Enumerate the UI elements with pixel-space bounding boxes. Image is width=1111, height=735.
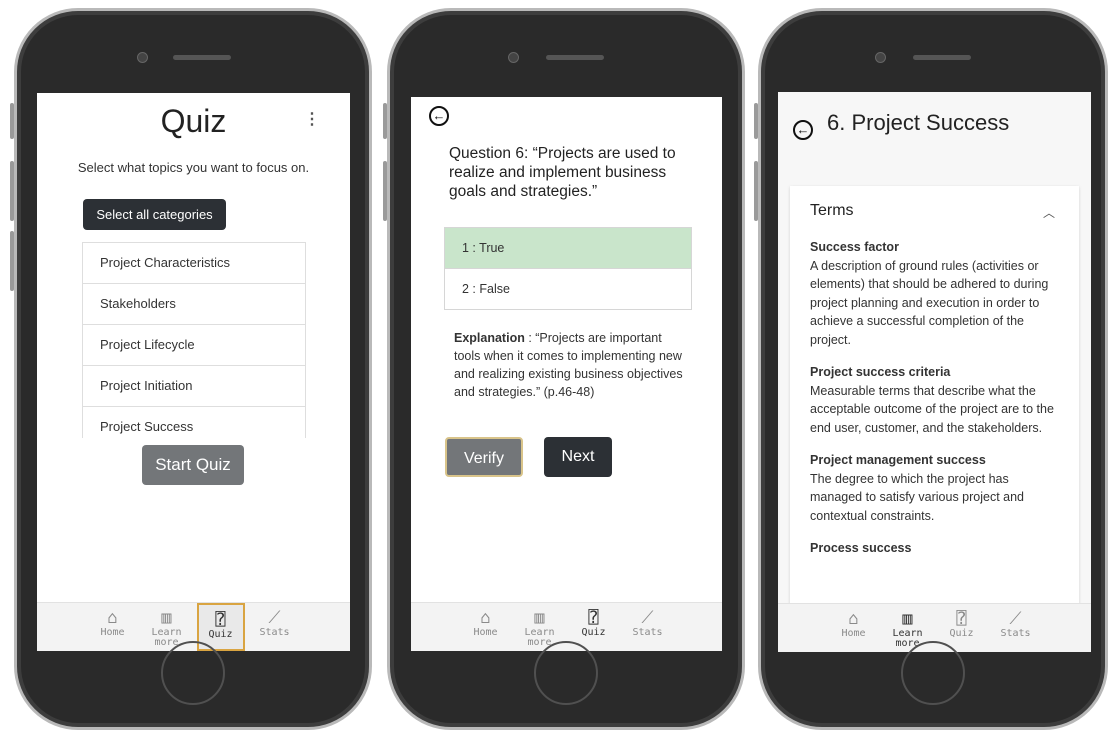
chart-icon: ⟋ [268, 608, 281, 628]
nav-home-label: Home [100, 627, 125, 638]
nav-home[interactable]: ⌂ Home [830, 604, 878, 652]
category-label: Project Success [100, 419, 194, 434]
category-list: Project Characteristics Stakeholders Pro… [82, 242, 306, 438]
nav-home-label: Home [841, 628, 866, 639]
nav-quiz-label: Quiz [581, 627, 606, 638]
answer-label: 1 : True [462, 241, 505, 255]
page-title: 6. Project Success [827, 110, 1010, 135]
chevron-up-icon[interactable]: ︿ [1043, 204, 1055, 221]
home-icon: ⌂ [848, 609, 859, 629]
back-arrow-icon[interactable]: ← [793, 120, 813, 140]
book-icon: ▥ [161, 608, 172, 628]
book-icon: ▥ [902, 609, 913, 629]
section-title: Terms [810, 202, 854, 219]
chart-icon: ⟋ [641, 608, 654, 628]
nav-stats[interactable]: ⟋ Stats [624, 603, 672, 651]
term-definition: The degree to which the project has mana… [810, 471, 1025, 523]
nav-stats-label: Stats [632, 627, 663, 638]
term-entry: Project management success The degree to … [810, 451, 1062, 525]
nav-home[interactable]: ⌂ Home [462, 603, 510, 651]
nav-stats-label: Stats [259, 627, 290, 638]
nav-stats-label: Stats [1000, 628, 1031, 639]
category-item[interactable]: Stakeholders [83, 284, 305, 325]
nav-home[interactable]: ⌂ Home [89, 603, 137, 651]
next-button[interactable]: Next [544, 437, 612, 477]
screen-learn-more: ← 6. Project Success Terms ︿ Success fac… [778, 92, 1091, 652]
explanation: Explanation : “Projects are important to… [454, 329, 686, 401]
home-button[interactable] [534, 641, 598, 705]
answer-list: 1 : True 2 : False [444, 227, 692, 310]
nav-quiz-label: Quiz [208, 629, 233, 640]
answer-option-correct[interactable]: 1 : True [445, 228, 691, 269]
terms-header[interactable]: Terms [810, 202, 854, 220]
home-icon: ⌂ [480, 608, 491, 628]
term-title: Project success criteria [810, 365, 951, 379]
answer-label: 2 : False [462, 282, 510, 296]
start-quiz-button[interactable]: Start Quiz [142, 445, 244, 485]
explanation-label: Explanation [454, 331, 525, 345]
term-entry: Process success [810, 539, 1062, 558]
select-all-button[interactable]: Select all categories [83, 199, 226, 230]
home-button[interactable] [161, 641, 225, 705]
term-entry: Success factor A description of ground ru… [810, 238, 1062, 349]
phone-frame-question: ← Question 6: “Projects are used to real… [383, 8, 745, 730]
quiz-icon: ⍰ [215, 610, 226, 630]
answer-option[interactable]: 2 : False [445, 269, 691, 309]
terms-list: Success factor A description of ground ru… [810, 238, 1062, 558]
book-icon: ▥ [534, 608, 545, 628]
page-subtitle: Select what topics you want to focus on. [77, 160, 310, 175]
screen-quiz: Quiz ⋮ Select what topics you want to fo… [37, 93, 350, 651]
term-title: Process success [810, 541, 912, 555]
category-item[interactable]: Project Characteristics [83, 243, 305, 284]
nav-stats[interactable]: ⟋ Stats [992, 604, 1040, 652]
term-title: Project management success [810, 453, 986, 467]
term-definition: Measurable terms that describe what the … [810, 383, 1054, 435]
term-entry: Project success criteria Measurable terms… [810, 363, 1062, 437]
term-title: Success factor [810, 240, 899, 254]
category-item[interactable]: Project Success [83, 407, 305, 438]
chart-icon: ⟋ [1009, 609, 1022, 629]
question-text: Question 6: “Projects are used to realiz… [449, 145, 676, 200]
terms-card: Terms ︿ Success factor A description of g… [790, 186, 1079, 652]
nav-quiz-label: Quiz [949, 628, 974, 639]
screen-question: ← Question 6: “Projects are used to real… [411, 97, 722, 651]
home-button[interactable] [901, 641, 965, 705]
verify-button[interactable]: Verify [445, 437, 523, 477]
category-label: Project Lifecycle [100, 337, 195, 352]
phone-frame-quiz: Quiz ⋮ Select what topics you want to fo… [10, 8, 372, 730]
phone-frame-learn: ← 6. Project Success Terms ︿ Success fac… [754, 8, 1108, 730]
category-item[interactable]: Project Lifecycle [83, 325, 305, 366]
more-vertical-icon[interactable]: ⋮ [304, 109, 320, 129]
home-icon: ⌂ [107, 608, 118, 628]
category-label: Project Characteristics [100, 255, 231, 270]
quiz-icon: ⍰ [588, 608, 599, 628]
category-item[interactable]: Project Initiation [83, 366, 305, 407]
back-arrow-icon[interactable]: ← [429, 106, 449, 126]
nav-home-label: Home [473, 627, 498, 638]
category-label: Project Initiation [100, 378, 193, 393]
term-definition: A description of ground rules (activitie… [810, 258, 1049, 347]
category-label: Stakeholders [100, 296, 176, 311]
quiz-icon: ⍰ [956, 609, 967, 629]
nav-stats[interactable]: ⟋ Stats [251, 603, 299, 651]
